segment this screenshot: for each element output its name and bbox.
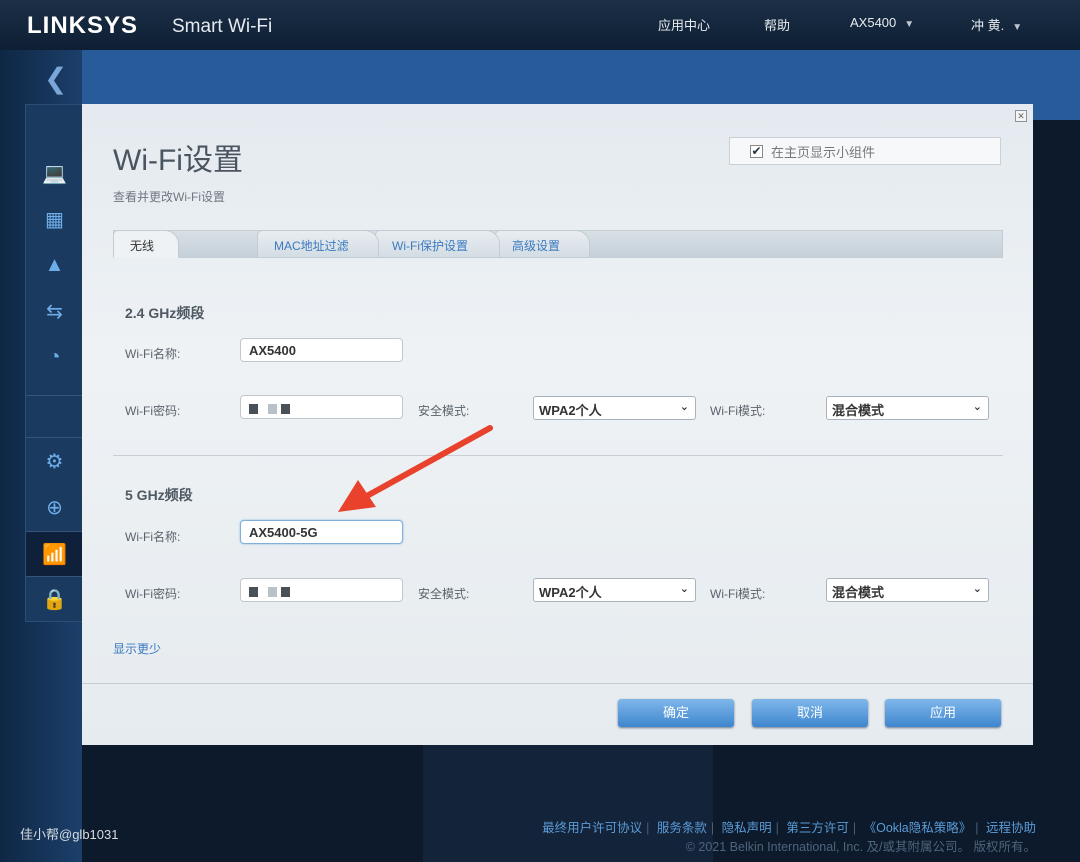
security-5-label: 安全模式: — [418, 587, 470, 601]
mode-24-label: Wi-Fi模式: — [710, 404, 766, 418]
watermark: 佳小帮@glb1031 — [20, 827, 119, 842]
security-24-label: 安全模式: — [418, 404, 470, 418]
show-widget-label: 在主页显示小组件 — [771, 144, 876, 160]
tab-advanced[interactable]: 高级设置 — [495, 230, 590, 258]
close-icon[interactable]: ✕ — [1015, 110, 1027, 122]
password-24-label: Wi-Fi密码: — [125, 404, 181, 418]
divider — [113, 455, 1003, 456]
mode-5-label: Wi-Fi模式: — [710, 587, 766, 601]
password-24-input[interactable] — [240, 395, 403, 419]
sidebar: 💻 ▦ ▲ ⇆ ◔ ⚙ ⊕ 📶 🔒 — [25, 104, 83, 622]
footer-link-third-party[interactable]: 第三方许可 — [786, 821, 849, 835]
speed-test-icon[interactable]: ◔ — [26, 335, 83, 379]
page-subtitle: 查看并更改Wi-Fi设置 — [113, 190, 225, 204]
mode-24-select[interactable]: 混合模式 ⌄ — [826, 396, 989, 420]
mode-24-value: 混合模式 — [832, 403, 885, 418]
ssid-5-label: Wi-Fi名称: — [125, 530, 181, 544]
router-menu[interactable]: AX5400 ▼ — [850, 15, 914, 30]
linksys-logo: LINKSYS — [27, 12, 139, 39]
chevron-down-icon: ▼ — [904, 19, 915, 30]
chevron-down-icon: ⌄ — [679, 401, 689, 413]
tab-wps[interactable]: Wi-Fi保护设置 — [375, 230, 500, 258]
footer-link-eula[interactable]: 最终用户许可协议 — [542, 821, 642, 835]
footer-link-terms[interactable]: 服务条款 — [657, 821, 707, 835]
footer-links: 最终用户许可协议 | 服务条款 | 隐私声明 | 第三方许可 | 《Ookla隐私策略》… — [542, 821, 1036, 835]
ok-button[interactable]: 确定 — [618, 699, 734, 727]
checkbox-checked-icon[interactable]: ✔ — [750, 144, 763, 158]
footer-link-ookla[interactable]: 《Ookla隐私策略》 — [864, 821, 972, 835]
password-5-input[interactable] — [240, 578, 403, 602]
show-widget-checkbox[interactable]: ✔ 在主页显示小组件 — [729, 137, 1001, 165]
network-map-icon[interactable]: ▦ — [26, 197, 83, 241]
security-5-select[interactable]: WPA2个人 ⌄ — [533, 578, 696, 602]
cancel-button[interactable]: 取消 — [752, 699, 868, 727]
mode-5-select[interactable]: 混合模式 ⌄ — [826, 578, 989, 602]
mode-5-value: 混合模式 — [832, 585, 885, 600]
show-less-link[interactable]: 显示更少 — [113, 640, 161, 657]
user-name: 冲 黄. — [971, 18, 1005, 33]
logo-suffix: Smart Wi-Fi — [172, 16, 273, 37]
tab-bar: 高级设置 Wi-Fi保护设置 MAC地址过滤 无线 — [113, 230, 1003, 258]
nav-help[interactable]: 帮助 — [764, 15, 790, 34]
background-panel — [423, 745, 713, 862]
band-5-heading: 5 GHz频段 — [125, 487, 193, 503]
top-header: LINKSYS Smart Wi-Fi 应用中心 帮助 AX5400 ▼ 冲 黄.… — [0, 0, 1080, 50]
band-24-heading: 2.4 GHz频段 — [125, 305, 205, 321]
ssid-24-label: Wi-Fi名称: — [125, 347, 181, 361]
troubleshooting-icon[interactable]: ⊕ — [26, 485, 83, 529]
nav-app-center[interactable]: 应用中心 — [658, 15, 710, 34]
footer-link-privacy[interactable]: 隐私声明 — [722, 821, 772, 835]
password-5-label: Wi-Fi密码: — [125, 587, 181, 601]
copyright: © 2021 Belkin International, Inc. 及/或其附属… — [685, 840, 1036, 854]
security-24-select[interactable]: WPA2个人 ⌄ — [533, 396, 696, 420]
tab-mac-filter[interactable]: MAC地址过滤 — [257, 230, 379, 258]
back-chevron-icon[interactable]: ❮ — [44, 62, 67, 95]
ssid-5-input[interactable]: AX5400-5G — [240, 520, 403, 544]
security-shield-icon[interactable]: 🔒 — [26, 577, 83, 621]
devices-icon[interactable]: 💻 — [26, 151, 83, 195]
chevron-down-icon: ⌄ — [679, 583, 689, 595]
tab-wireless[interactable]: 无线 — [113, 230, 179, 258]
page-title: Wi-Fi设置 — [113, 144, 243, 177]
ssid-24-input[interactable]: AX5400 — [240, 338, 403, 362]
settings-gear-icon[interactable]: ⚙ — [26, 439, 83, 483]
footer-link-remote-assist[interactable]: 远程协助 — [986, 821, 1036, 835]
prioritization-icon[interactable]: ⇆ — [26, 289, 83, 333]
router-name: AX5400 — [850, 15, 897, 30]
chevron-down-icon: ▼ — [1012, 22, 1023, 33]
chevron-down-icon: ⌄ — [972, 401, 982, 413]
security-5-value: WPA2个人 — [539, 585, 602, 600]
parental-controls-icon[interactable]: ▲ — [26, 243, 83, 287]
apply-button[interactable]: 应用 — [885, 699, 1001, 727]
user-menu[interactable]: 冲 黄. ▼ — [971, 15, 1022, 34]
divider — [82, 683, 1033, 684]
security-24-value: WPA2个人 — [539, 403, 602, 418]
wifi-settings-dialog: ✕ Wi-Fi设置 查看并更改Wi-Fi设置 ✔ 在主页显示小组件 高级设置 Wi… — [82, 104, 1033, 745]
chevron-down-icon: ⌄ — [972, 583, 982, 595]
wifi-settings-icon[interactable]: 📶 — [26, 532, 83, 576]
